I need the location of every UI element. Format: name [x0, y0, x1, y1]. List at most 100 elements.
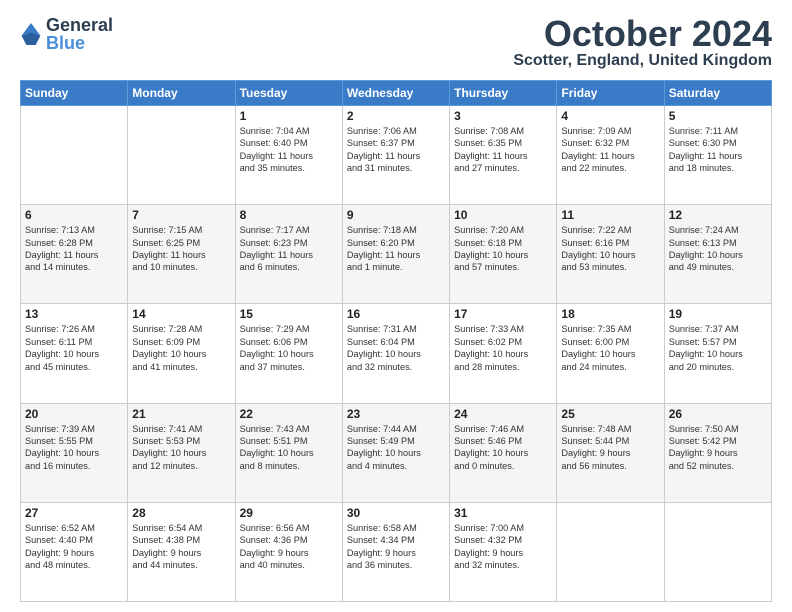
day-number: 26 [669, 407, 767, 421]
week-row-4: 27Sunrise: 6:52 AM Sunset: 4:40 PM Dayli… [21, 502, 772, 601]
location: Scotter, England, United Kingdom [513, 52, 772, 70]
day-number: 31 [454, 506, 552, 520]
calendar-cell: 9 Sunrise: 7:18 AM Sunset: 6:20 PM Daylig… [342, 205, 449, 304]
cell-info: Sunrise: 7:29 AM Sunset: 6:06 PM Dayligh… [240, 323, 338, 373]
page: General Blue October 2024 Scotter, Engla… [0, 0, 792, 612]
day-number: 9 [347, 208, 445, 222]
cell-info: Sunrise: 7:09 AM Sunset: 6:32 PM Dayligh… [561, 125, 659, 175]
calendar-cell: 13 Sunrise: 7:26 AM Sunset: 6:11 PM Dayli… [21, 304, 128, 403]
calendar-cell [128, 106, 235, 205]
calendar-cell: 8Sunrise: 7:17 AM Sunset: 6:23 PM Daylig… [235, 205, 342, 304]
cell-info: Sunrise: 7:08 AM Sunset: 6:35 PM Dayligh… [454, 125, 552, 175]
cell-info: Sunrise: 7:06 AM Sunset: 6:37 PM Dayligh… [347, 125, 445, 175]
calendar-cell: 25 Sunrise: 7:48 AM Sunset: 5:44 PM Dayli… [557, 403, 664, 502]
week-row-0: 1Sunrise: 7:04 AM Sunset: 6:40 PM Daylig… [21, 106, 772, 205]
day-header-monday: Monday [128, 81, 235, 106]
calendar-cell: 4 Sunrise: 7:09 AM Sunset: 6:32 PM Daylig… [557, 106, 664, 205]
calendar-cell: 12 Sunrise: 7:24 AM Sunset: 6:13 PM Dayli… [664, 205, 771, 304]
day-header-wednesday: Wednesday [342, 81, 449, 106]
day-header-sunday: Sunday [21, 81, 128, 106]
week-row-1: 6 Sunrise: 7:13 AM Sunset: 6:28 PM Daylig… [21, 205, 772, 304]
day-number: 30 [347, 506, 445, 520]
day-header-saturday: Saturday [664, 81, 771, 106]
day-number: 17 [454, 307, 552, 321]
calendar-cell: 28Sunrise: 6:54 AM Sunset: 4:38 PM Dayli… [128, 502, 235, 601]
day-header-tuesday: Tuesday [235, 81, 342, 106]
calendar-cell: 11Sunrise: 7:22 AM Sunset: 6:16 PM Dayli… [557, 205, 664, 304]
calendar-cell: 16Sunrise: 7:31 AM Sunset: 6:04 PM Dayli… [342, 304, 449, 403]
cell-info: Sunrise: 7:13 AM Sunset: 6:28 PM Dayligh… [25, 224, 123, 274]
calendar-header: SundayMondayTuesdayWednesdayThursdayFrid… [21, 81, 772, 106]
logo-blue-text: Blue [46, 34, 113, 52]
calendar-table: SundayMondayTuesdayWednesdayThursdayFrid… [20, 80, 772, 602]
day-number: 15 [240, 307, 338, 321]
cell-info: Sunrise: 6:56 AM Sunset: 4:36 PM Dayligh… [240, 522, 338, 572]
day-number: 28 [132, 506, 230, 520]
calendar-cell: 2 Sunrise: 7:06 AM Sunset: 6:37 PM Daylig… [342, 106, 449, 205]
logo-icon [20, 20, 42, 48]
calendar-cell: 24Sunrise: 7:46 AM Sunset: 5:46 PM Dayli… [450, 403, 557, 502]
day-number: 8 [240, 208, 338, 222]
day-number: 25 [561, 407, 659, 421]
days-of-week-row: SundayMondayTuesdayWednesdayThursdayFrid… [21, 81, 772, 106]
week-row-2: 13 Sunrise: 7:26 AM Sunset: 6:11 PM Dayli… [21, 304, 772, 403]
cell-info: Sunrise: 6:52 AM Sunset: 4:40 PM Dayligh… [25, 522, 123, 572]
cell-info: Sunrise: 7:18 AM Sunset: 6:20 PM Dayligh… [347, 224, 445, 274]
calendar-cell: 14Sunrise: 7:28 AM Sunset: 6:09 PM Dayli… [128, 304, 235, 403]
calendar-cell: 21Sunrise: 7:41 AM Sunset: 5:53 PM Dayli… [128, 403, 235, 502]
day-number: 21 [132, 407, 230, 421]
week-row-3: 20Sunrise: 7:39 AM Sunset: 5:55 PM Dayli… [21, 403, 772, 502]
day-number: 10 [454, 208, 552, 222]
day-header-thursday: Thursday [450, 81, 557, 106]
logo-text: General Blue [46, 16, 113, 52]
day-number: 14 [132, 307, 230, 321]
calendar-cell: 29Sunrise: 6:56 AM Sunset: 4:36 PM Dayli… [235, 502, 342, 601]
day-number: 4 [561, 109, 659, 123]
day-number: 7 [132, 208, 230, 222]
day-number: 19 [669, 307, 767, 321]
calendar-cell: 31 Sunrise: 7:00 AM Sunset: 4:32 PM Dayli… [450, 502, 557, 601]
calendar-cell: 17 Sunrise: 7:33 AM Sunset: 6:02 PM Dayli… [450, 304, 557, 403]
calendar-cell: 7Sunrise: 7:15 AM Sunset: 6:25 PM Daylig… [128, 205, 235, 304]
calendar-cell: 5 Sunrise: 7:11 AM Sunset: 6:30 PM Daylig… [664, 106, 771, 205]
cell-info: Sunrise: 7:31 AM Sunset: 6:04 PM Dayligh… [347, 323, 445, 373]
day-number: 2 [347, 109, 445, 123]
calendar-cell: 1Sunrise: 7:04 AM Sunset: 6:40 PM Daylig… [235, 106, 342, 205]
cell-info: Sunrise: 7:26 AM Sunset: 6:11 PM Dayligh… [25, 323, 123, 373]
calendar-cell: 30Sunrise: 6:58 AM Sunset: 4:34 PM Dayli… [342, 502, 449, 601]
month-title: October 2024 [513, 16, 772, 52]
cell-info: Sunrise: 7:11 AM Sunset: 6:30 PM Dayligh… [669, 125, 767, 175]
cell-info: Sunrise: 7:24 AM Sunset: 6:13 PM Dayligh… [669, 224, 767, 274]
calendar-cell [21, 106, 128, 205]
header-right: October 2024 Scotter, England, United Ki… [513, 16, 772, 70]
day-number: 12 [669, 208, 767, 222]
calendar-cell [664, 502, 771, 601]
cell-info: Sunrise: 7:33 AM Sunset: 6:02 PM Dayligh… [454, 323, 552, 373]
calendar-cell: 20Sunrise: 7:39 AM Sunset: 5:55 PM Dayli… [21, 403, 128, 502]
cell-info: Sunrise: 7:48 AM Sunset: 5:44 PM Dayligh… [561, 423, 659, 473]
calendar-cell: 18Sunrise: 7:35 AM Sunset: 6:00 PM Dayli… [557, 304, 664, 403]
day-number: 11 [561, 208, 659, 222]
calendar-cell: 26 Sunrise: 7:50 AM Sunset: 5:42 PM Dayli… [664, 403, 771, 502]
calendar-cell: 6 Sunrise: 7:13 AM Sunset: 6:28 PM Daylig… [21, 205, 128, 304]
calendar-cell [557, 502, 664, 601]
cell-info: Sunrise: 7:46 AM Sunset: 5:46 PM Dayligh… [454, 423, 552, 473]
calendar-cell: 10 Sunrise: 7:20 AM Sunset: 6:18 PM Dayli… [450, 205, 557, 304]
cell-info: Sunrise: 7:20 AM Sunset: 6:18 PM Dayligh… [454, 224, 552, 274]
cell-info: Sunrise: 7:50 AM Sunset: 5:42 PM Dayligh… [669, 423, 767, 473]
calendar-cell: 23Sunrise: 7:44 AM Sunset: 5:49 PM Dayli… [342, 403, 449, 502]
day-header-friday: Friday [557, 81, 664, 106]
logo-general-text: General [46, 16, 113, 34]
day-number: 5 [669, 109, 767, 123]
day-number: 18 [561, 307, 659, 321]
day-number: 6 [25, 208, 123, 222]
day-number: 22 [240, 407, 338, 421]
calendar-cell: 15 Sunrise: 7:29 AM Sunset: 6:06 PM Dayli… [235, 304, 342, 403]
day-number: 13 [25, 307, 123, 321]
calendar-cell: 3Sunrise: 7:08 AM Sunset: 6:35 PM Daylig… [450, 106, 557, 205]
logo: General Blue [20, 16, 113, 52]
day-number: 23 [347, 407, 445, 421]
calendar-cell: 27Sunrise: 6:52 AM Sunset: 4:40 PM Dayli… [21, 502, 128, 601]
cell-info: Sunrise: 7:37 AM Sunset: 5:57 PM Dayligh… [669, 323, 767, 373]
cell-info: Sunrise: 7:00 AM Sunset: 4:32 PM Dayligh… [454, 522, 552, 572]
